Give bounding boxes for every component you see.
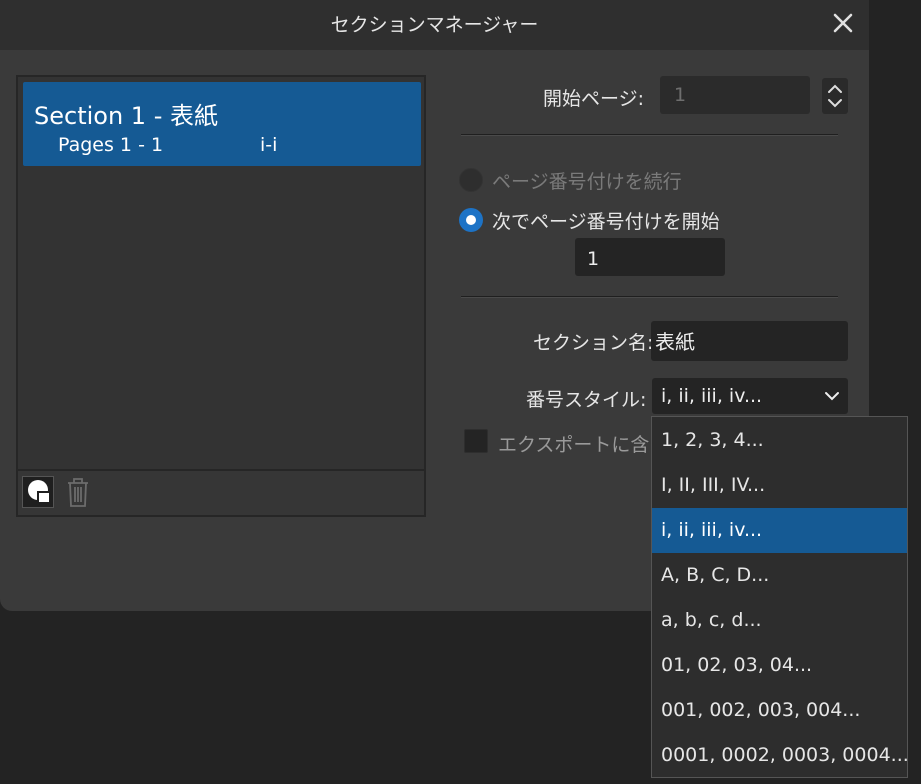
start-page-field[interactable]: 1 <box>660 76 810 114</box>
number-style-select[interactable]: i, ii, iii, iv... <box>652 378 848 414</box>
number-style-option[interactable]: I, II, III, IV... <box>652 463 907 508</box>
trash-icon <box>68 478 88 507</box>
number-style-option[interactable]: 001, 002, 003, 004... <box>652 688 907 733</box>
list-toolbar <box>18 469 424 515</box>
close-icon[interactable] <box>826 6 860 40</box>
start-numbering-radio[interactable] <box>459 208 483 232</box>
export-label: エクスポートに含め <box>498 434 669 456</box>
start-numbering-label: 次でページ番号付けを開始 <box>492 211 720 233</box>
number-style-option[interactable]: 0001, 0002, 0003, 0004... <box>652 733 907 778</box>
section-item-pages: Pages 1 - 1 <box>58 134 164 156</box>
continue-numbering-label: ページ番号付けを続行 <box>492 171 682 193</box>
number-style-value: i, ii, iii, iv... <box>661 385 763 407</box>
number-style-option[interactable]: A, B, C, D... <box>652 553 907 598</box>
section-item-range: i-i <box>260 134 278 156</box>
divider <box>461 134 838 136</box>
chevron-down-icon <box>825 392 839 401</box>
start-page-spinner[interactable] <box>822 78 848 114</box>
add-section-button[interactable] <box>22 476 54 508</box>
start-page-label: 開始ページ: <box>543 88 645 110</box>
section-list: Section 1 - 表紙 Pages 1 - 1 i-i <box>16 75 426 517</box>
divider <box>461 296 838 298</box>
delete-section-button[interactable] <box>64 475 92 509</box>
dialog-title: セクションマネージャー <box>330 14 539 36</box>
title-bar: セクションマネージャー <box>0 0 869 50</box>
number-style-option[interactable]: a, b, c, d... <box>652 598 907 643</box>
number-style-dropdown: 1, 2, 3, 4... I, II, III, IV... i, ii, i… <box>651 416 908 778</box>
export-checkbox[interactable] <box>464 429 488 453</box>
number-style-option[interactable]: 01, 02, 03, 04... <box>652 643 907 688</box>
section-item-name: Section 1 - 表紙 <box>34 102 218 130</box>
number-style-label: 番号スタイル: <box>526 389 647 411</box>
section-name-label: セクション名: <box>533 332 654 354</box>
section-list-item[interactable]: Section 1 - 表紙 Pages 1 - 1 i-i <box>23 82 421 166</box>
add-section-icon <box>28 480 51 504</box>
number-style-option-selected[interactable]: i, ii, iii, iv... <box>652 508 907 553</box>
start-numbering-value[interactable]: 1 <box>575 238 725 276</box>
continue-numbering-radio[interactable] <box>459 168 483 192</box>
section-name-input[interactable]: 表紙 <box>651 321 848 361</box>
number-style-option[interactable]: 1, 2, 3, 4... <box>652 418 907 463</box>
up-down-arrows-icon <box>828 84 842 108</box>
